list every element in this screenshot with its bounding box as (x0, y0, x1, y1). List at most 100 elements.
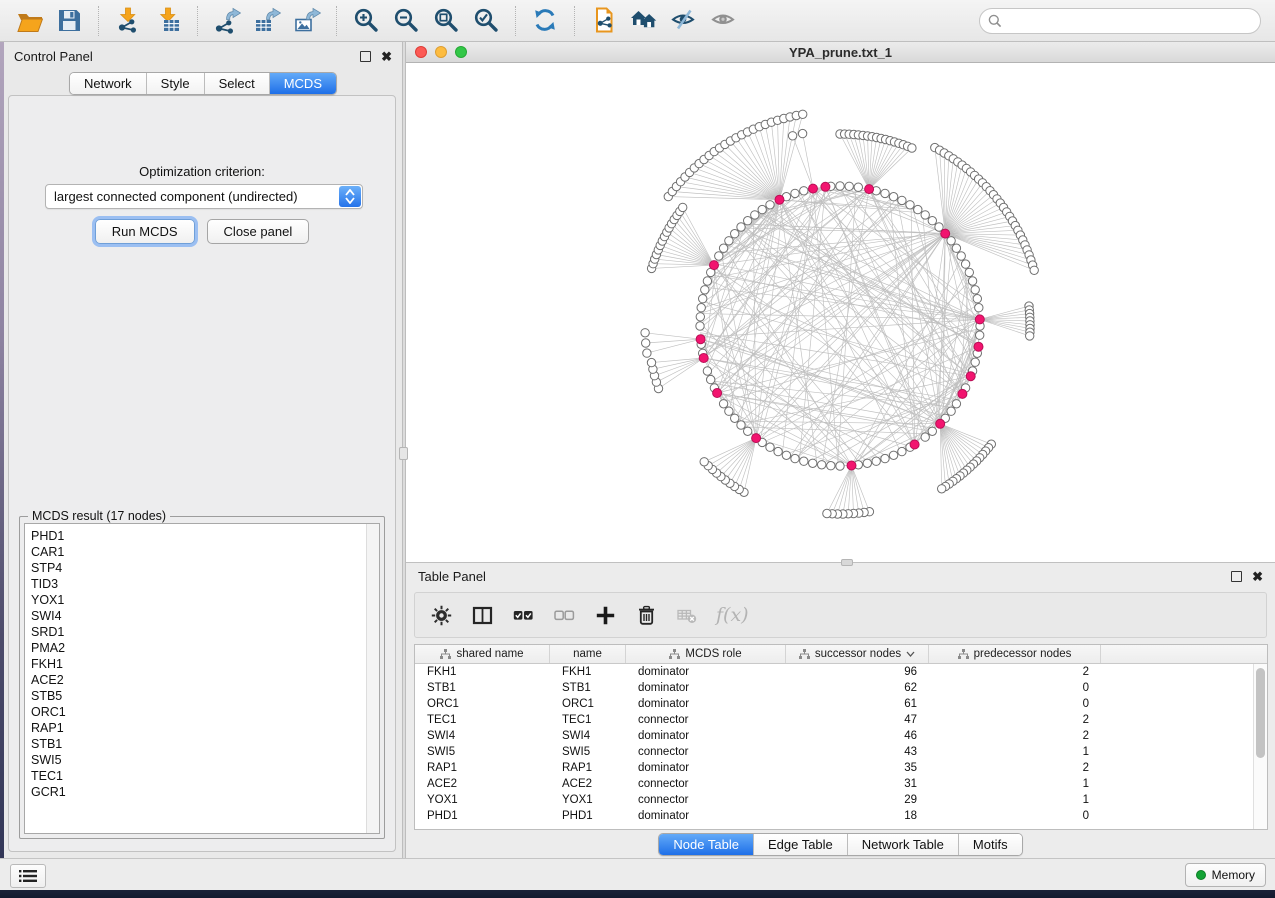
mcds-result-item[interactable]: PHD1 (31, 528, 373, 544)
table-panel: Table Panel ✖ f(x) shared namenameMCDS r… (406, 562, 1275, 858)
table-panel-resize-handle[interactable] (841, 559, 853, 566)
table-row[interactable]: PHD1PHD1dominator180 (415, 808, 1253, 824)
mcds-result-item[interactable]: STB1 (31, 736, 373, 752)
mcds-result-item[interactable]: FKH1 (31, 656, 373, 672)
table-tab-motifs[interactable]: Motifs (958, 834, 1022, 855)
tab-mcds[interactable]: MCDS (269, 73, 336, 94)
control-panel-tabs: NetworkStyleSelectMCDS (4, 72, 402, 95)
table-toolbar: f(x) (414, 592, 1267, 638)
settings-gear-button[interactable] (429, 603, 453, 627)
mcds-result-item[interactable]: ORC1 (31, 704, 373, 720)
table-tab-edge-table[interactable]: Edge Table (753, 834, 847, 855)
column-type-icon (799, 649, 810, 660)
list-menu-icon (19, 869, 37, 883)
table-scrollbar-thumb[interactable] (1256, 668, 1265, 758)
cell-predecessor-nodes: 1 (929, 776, 1101, 792)
import-table-button[interactable] (153, 6, 183, 36)
table-row[interactable]: STB1STB1dominator620 (415, 680, 1253, 696)
cell-successor-nodes: 96 (786, 664, 929, 680)
cell-successor-nodes: 29 (786, 792, 929, 808)
table-scrollbar[interactable] (1253, 664, 1267, 829)
memory-button[interactable]: Memory (1185, 863, 1266, 887)
mcds-result-item[interactable]: CAR1 (31, 544, 373, 560)
mcds-result-item[interactable]: STP4 (31, 560, 373, 576)
mcds-result-item[interactable]: TEC1 (31, 768, 373, 784)
mcds-result-scrollbar[interactable] (366, 524, 379, 833)
mcds-result-legend: MCDS result (17 nodes) (28, 509, 170, 523)
table-row[interactable]: ORC1ORC1dominator610 (415, 696, 1253, 712)
mcds-result-item[interactable]: YOX1 (31, 592, 373, 608)
network-graph (406, 63, 1275, 562)
show-graphics-details-button[interactable] (709, 6, 739, 36)
mcds-result-item[interactable]: GCR1 (31, 784, 373, 800)
column-header-MCDS-role[interactable]: MCDS role (626, 645, 786, 663)
mcds-result-item[interactable]: STB5 (31, 688, 373, 704)
refresh-button[interactable] (530, 6, 560, 36)
zoom-selected-button[interactable] (471, 6, 501, 36)
select-all-button[interactable] (511, 603, 535, 627)
open-button[interactable] (14, 6, 44, 36)
column-label: successor nodes (815, 648, 901, 660)
hide-graphics-details-button[interactable] (669, 6, 699, 36)
table-float-icon[interactable] (1231, 571, 1242, 582)
function-builder-button: f(x) (716, 603, 749, 627)
table-row[interactable]: TEC1TEC1connector472 (415, 712, 1253, 728)
cell-MCDS-role: connector (626, 776, 786, 792)
mcds-result-item[interactable]: SWI5 (31, 752, 373, 768)
column-header-name[interactable]: name (550, 645, 626, 663)
search-input[interactable] (979, 8, 1261, 34)
export-table-button[interactable] (252, 6, 282, 36)
cell-name: ACE2 (550, 776, 626, 792)
column-header-predecessor-nodes[interactable]: predecessor nodes (929, 645, 1101, 663)
table-tab-node-table[interactable]: Node Table (659, 834, 753, 855)
import-network-button[interactable] (113, 6, 143, 36)
table-row[interactable]: ACE2ACE2connector311 (415, 776, 1253, 792)
mcds-result-item[interactable]: RAP1 (31, 720, 373, 736)
export-image-button[interactable] (292, 6, 322, 36)
new-network-from-file-button[interactable] (589, 6, 619, 36)
tab-network[interactable]: Network (70, 73, 146, 94)
mcds-result-item[interactable]: ACE2 (31, 672, 373, 688)
mcds-result-item[interactable]: SWI4 (31, 608, 373, 624)
cell-shared-name: STB1 (415, 680, 550, 696)
float-panel-icon[interactable] (360, 51, 371, 62)
add-column-button[interactable] (593, 603, 617, 627)
network-canvas[interactable] (406, 63, 1275, 562)
table-row[interactable]: SWI4SWI4dominator462 (415, 728, 1253, 744)
run-mcds-button[interactable]: Run MCDS (95, 219, 195, 244)
column-header-shared-name[interactable]: shared name (415, 645, 550, 663)
criterion-dropdown[interactable]: largest connected component (undirected) (45, 184, 363, 209)
table-row[interactable]: SWI5SWI5connector431 (415, 744, 1253, 760)
mcds-result-list[interactable]: PHD1CAR1STP4TID3YOX1SWI4SRD1PMA2FKH1ACE2… (24, 523, 380, 834)
tab-select[interactable]: Select (204, 73, 269, 94)
export-network-button[interactable] (212, 6, 242, 36)
import-table-icon (155, 7, 182, 34)
cell-MCDS-role: dominator (626, 696, 786, 712)
column-label: shared name (456, 648, 523, 660)
column-header-successor-nodes[interactable]: successor nodes (786, 645, 929, 663)
column-type-icon (669, 649, 680, 660)
delete-column-button[interactable] (634, 603, 658, 627)
table-tab-network-table[interactable]: Network Table (847, 834, 958, 855)
cell-MCDS-role: connector (626, 712, 786, 728)
mcds-result-item[interactable]: PMA2 (31, 640, 373, 656)
table-row[interactable]: YOX1YOX1connector291 (415, 792, 1253, 808)
close-panel-icon[interactable]: ✖ (381, 51, 392, 62)
zoom-fit-button[interactable] (431, 6, 461, 36)
zoom-out-button[interactable] (391, 6, 421, 36)
toggle-panel-button[interactable] (470, 603, 494, 627)
zoom-in-button[interactable] (351, 6, 381, 36)
mcds-result-item[interactable]: SRD1 (31, 624, 373, 640)
table-row[interactable]: RAP1RAP1dominator352 (415, 760, 1253, 776)
table-close-icon[interactable]: ✖ (1252, 571, 1263, 582)
save-button[interactable] (54, 6, 84, 36)
vertical-splitter-handle[interactable] (399, 447, 408, 460)
close-panel-button[interactable]: Close panel (207, 219, 310, 244)
mcds-result-item[interactable]: TID3 (31, 576, 373, 592)
status-menu-button[interactable] (10, 864, 46, 888)
cybrowser-button[interactable] (629, 6, 659, 36)
table-row[interactable]: FKH1FKH1dominator962 (415, 664, 1253, 680)
delete-column-icon (636, 605, 657, 626)
tab-style[interactable]: Style (146, 73, 204, 94)
deselect-all-button[interactable] (552, 603, 576, 627)
